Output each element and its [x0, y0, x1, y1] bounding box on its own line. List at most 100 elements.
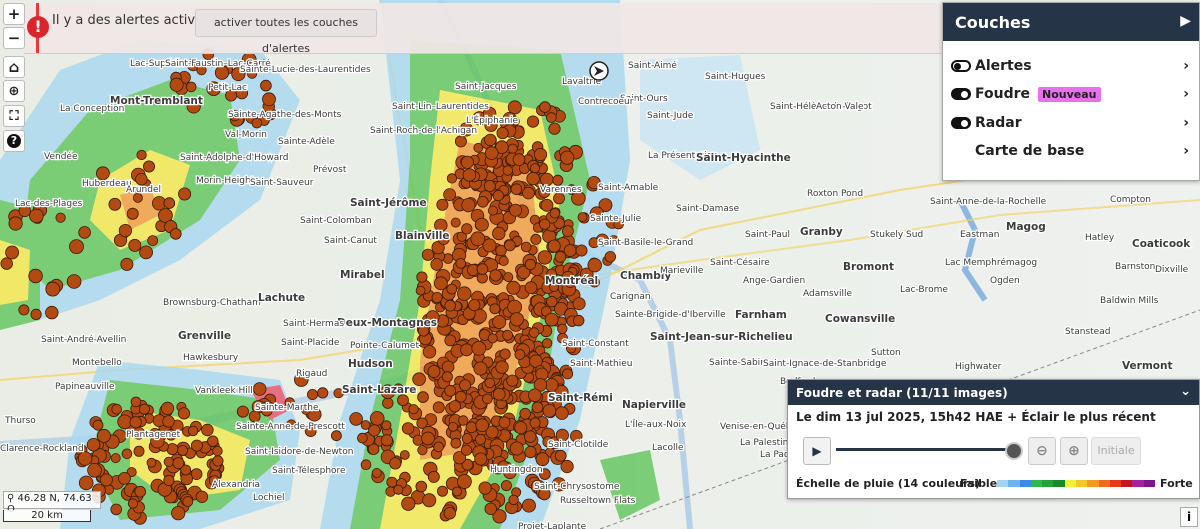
lightning-strike-dot — [530, 233, 542, 245]
chevron-down-icon[interactable]: ⌄ — [1180, 384, 1191, 399]
place-label: Saint-Jacques — [455, 82, 517, 92]
lightning-strike-dot — [431, 291, 443, 303]
lightning-strike-dot — [562, 225, 574, 238]
next-frame-button[interactable]: ⊕ — [1060, 437, 1088, 465]
lightning-strike-dot — [111, 403, 122, 415]
place-label: Papineauville — [55, 382, 115, 392]
place-label: Varennes — [540, 185, 582, 195]
lightning-strike-dot — [170, 228, 182, 240]
lightning-strike-dot — [476, 263, 489, 275]
place-label: Contrecoeur — [578, 97, 634, 107]
rain-scale-label: Échelle de pluie (14 couleurs) — [796, 477, 980, 490]
help-icon[interactable]: ? — [3, 130, 25, 152]
toggle-on-icon[interactable] — [951, 88, 971, 100]
lightning-strike-dot — [5, 245, 20, 260]
lightning-strike-dot — [507, 299, 522, 315]
lightning-strike-dot — [236, 405, 249, 418]
place-label: Sainte-Julie — [590, 214, 642, 224]
new-badge: Nouveau — [1038, 86, 1101, 102]
lightning-strike-dot — [129, 416, 142, 429]
place-label: Saint-Clotilde — [548, 440, 609, 450]
zoom-out-button[interactable]: − — [3, 27, 25, 49]
info-icon[interactable]: i — [1180, 507, 1198, 527]
lightning-strike-dot — [422, 493, 437, 508]
chevron-right-icon[interactable]: ▶ — [1180, 13, 1191, 29]
layer-item-foudre[interactable]: Foudre Nouveau › — [951, 82, 1195, 106]
lightning-strike-dot — [527, 388, 542, 403]
lightning-strike-dot — [441, 360, 455, 374]
home-icon[interactable]: ⌂ — [3, 56, 25, 78]
lightning-strike-dot — [555, 406, 569, 420]
chevron-right-icon[interactable]: › — [1183, 115, 1189, 131]
layer-label: Alertes — [975, 58, 1032, 74]
lightning-strike-dot — [330, 430, 342, 442]
lightning-strike-dot — [510, 183, 523, 196]
chevron-right-icon[interactable]: › — [1183, 143, 1189, 159]
radar-panel-header[interactable]: Foudre et radar (11/11 images) ⌄ — [788, 380, 1199, 405]
lightning-strike-dot — [509, 203, 523, 217]
place-label: Acton Vale — [816, 102, 864, 112]
lightning-strike-dot — [178, 187, 192, 201]
lightning-strike-dot — [127, 498, 139, 509]
layers-panel-header[interactable]: Couches ▶ — [943, 3, 1199, 41]
lightning-strike-dot — [587, 258, 602, 273]
chevron-right-icon[interactable]: › — [1183, 86, 1189, 102]
play-button[interactable]: ▶ — [803, 437, 831, 465]
place-label: Saint-Chrysostome — [534, 482, 620, 492]
zoom-in-button[interactable]: + — [3, 3, 25, 25]
lightning-strike-dot — [519, 407, 531, 420]
scale-color-swatch — [1098, 480, 1110, 487]
chevron-right-icon[interactable]: › — [1183, 58, 1189, 74]
lightning-strike-dot — [8, 216, 23, 231]
layer-item-alertes[interactable]: Alertes › — [951, 54, 1195, 78]
place-label: Vendée — [44, 151, 78, 162]
frame-slider-track[interactable] — [836, 448, 1012, 451]
place-label: Stukely Sud — [870, 230, 923, 240]
north-arrow-icon[interactable] — [588, 60, 610, 82]
lightning-strike-dot — [535, 452, 550, 467]
place-label: Montebello — [72, 358, 122, 368]
lightning-strike-dot — [177, 444, 189, 456]
lightning-strike-dot — [78, 475, 94, 491]
activate-alert-layers-button[interactable]: activer toutes les couches d'alertes — [195, 9, 377, 55]
toggle-on-icon[interactable] — [951, 117, 971, 129]
lightning-strike-dot — [45, 305, 59, 320]
frame-slider-handle[interactable] — [1005, 442, 1023, 460]
layer-item-radar[interactable]: Radar › — [951, 111, 1195, 135]
lightning-strike-dot — [87, 462, 102, 478]
place-label: Saint-Jean-sur-Richelieu — [650, 331, 793, 343]
locate-icon[interactable]: ⊕ — [3, 80, 25, 102]
lightning-strike-dot — [252, 382, 267, 396]
lightning-strike-dot — [408, 404, 419, 415]
layer-item-basemap[interactable]: Carte de base › — [951, 139, 1195, 163]
place-label: Arundel — [126, 185, 161, 195]
place-label: Val-Morin — [225, 130, 267, 140]
place-label: Highwater — [955, 362, 1002, 372]
lightning-strike-dot — [514, 349, 526, 360]
layer-label: Foudre — [975, 86, 1031, 102]
reset-initial-button[interactable]: Initiale — [1091, 437, 1141, 465]
lightning-strike-dot — [514, 421, 528, 435]
place-label: Thurso — [4, 416, 36, 426]
lightning-strike-dot — [443, 507, 457, 520]
lightning-strike-dot — [452, 486, 462, 497]
place-label: Eastman — [960, 230, 999, 240]
lightning-strike-dot — [160, 401, 175, 415]
toggle-off-icon[interactable] — [951, 60, 971, 72]
lightning-strike-dot — [526, 171, 540, 186]
lightning-strike-dot — [450, 217, 461, 228]
scale-color-swatch — [1064, 480, 1076, 487]
scale-color-swatch — [1042, 480, 1054, 487]
fullscreen-icon[interactable]: ⛶ — [3, 105, 25, 127]
lightning-strike-dot — [461, 198, 476, 213]
lightning-strike-dot — [86, 438, 101, 452]
lightning-strike-dot — [430, 258, 444, 271]
lightning-strike-dot — [444, 299, 457, 312]
place-label: Prévost — [313, 164, 347, 175]
lightning-strike-dot — [487, 333, 498, 344]
lightning-strike-dot — [544, 312, 559, 327]
place-label: Lacolle — [652, 443, 684, 453]
place-label: Saint-Canut — [324, 236, 377, 246]
place-label: Saint-Rémi — [548, 392, 613, 404]
previous-frame-button[interactable]: ⊖ — [1028, 437, 1056, 465]
